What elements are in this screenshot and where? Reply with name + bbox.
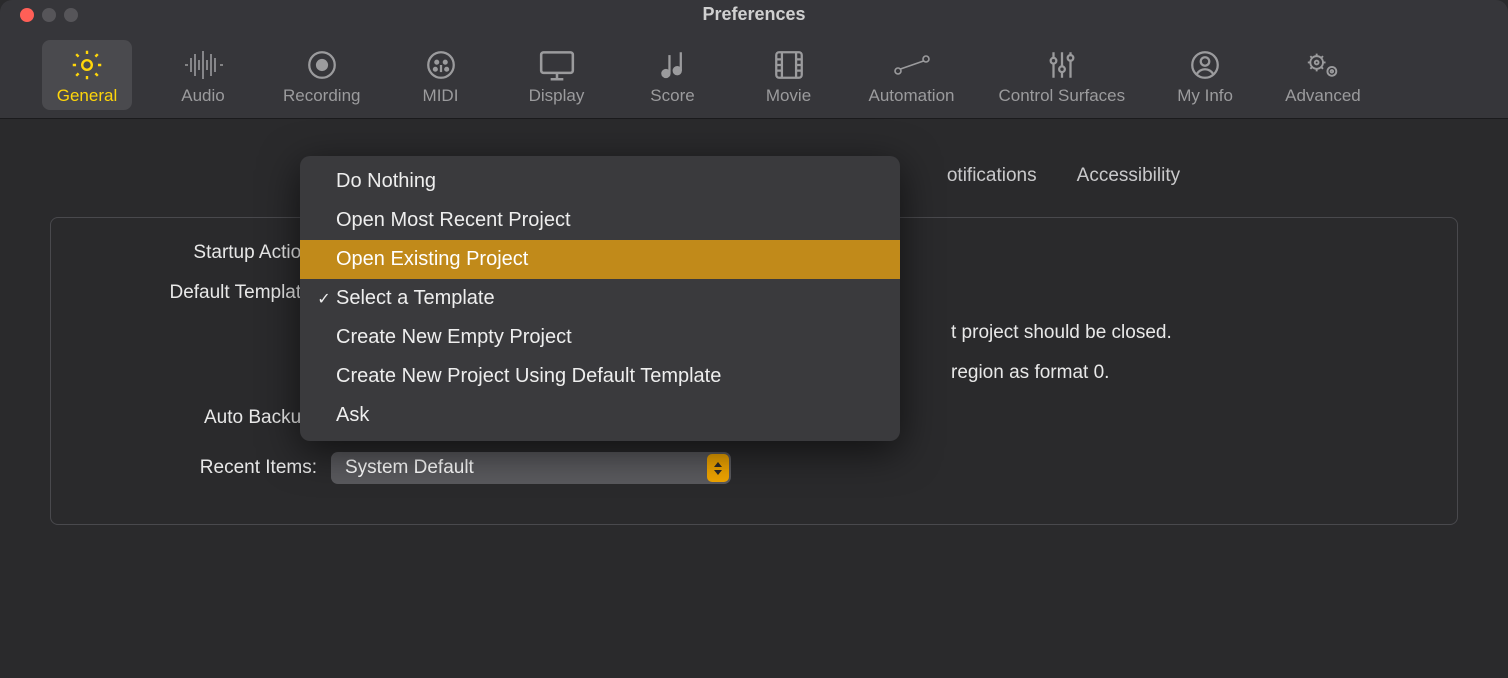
gear-icon (69, 46, 105, 84)
subtab-accessibility[interactable]: Accessibility (1057, 159, 1200, 193)
updown-stepper-icon (707, 454, 729, 482)
toolbar-tab-movie[interactable]: Movie (744, 40, 834, 110)
menu-item-do-nothing[interactable]: Do Nothing (300, 162, 900, 201)
menu-item-open-most-recent[interactable]: Open Most Recent Project (300, 201, 900, 240)
toolbar-tab-my-info[interactable]: My Info (1160, 40, 1250, 110)
titlebar (0, 0, 1508, 30)
menu-item-label: Create New Empty Project (336, 326, 572, 349)
toolbar-tab-label: General (57, 86, 117, 106)
row-recent-items: Recent Items: System Default (91, 452, 1417, 484)
menu-item-label: Do Nothing (336, 170, 436, 193)
toolbar-tab-label: Advanced (1285, 86, 1361, 106)
toolbar-tab-display[interactable]: Display (512, 40, 602, 110)
toolbar-tab-automation[interactable]: Automation (860, 40, 964, 110)
film-icon (772, 46, 806, 84)
menu-item-create-new-empty[interactable]: Create New Empty Project (300, 318, 900, 357)
automation-icon (892, 46, 932, 84)
minimize-window-button[interactable] (42, 8, 56, 22)
toolbar-tab-label: Score (650, 86, 694, 106)
preferences-toolbar: General Audio Recording (0, 30, 1508, 119)
menu-item-ask[interactable]: Ask (300, 396, 900, 435)
label-recent-items: Recent Items: (91, 457, 331, 479)
toolbar-tab-recording[interactable]: Recording (274, 40, 370, 110)
toolbar-tab-label: MIDI (423, 86, 459, 106)
zoom-window-button[interactable] (64, 8, 78, 22)
close-window-button[interactable] (20, 8, 34, 22)
checkbox-label-partial-1: t project should be closed. (951, 322, 1172, 344)
traffic-lights (20, 8, 78, 22)
toolbar-tab-score[interactable]: Score (628, 40, 718, 110)
menu-item-label: Open Existing Project (336, 248, 528, 271)
sliders-icon (1045, 46, 1079, 84)
subtab-notifications[interactable]: otifications (943, 159, 1057, 193)
toolbar-tab-label: Movie (766, 86, 811, 106)
preferences-window: Preferences General Audio (0, 0, 1508, 678)
display-icon (538, 46, 576, 84)
label-auto-backup: Auto Backup: (91, 407, 331, 429)
menu-item-create-new-default-template[interactable]: Create New Project Using Default Templat… (300, 357, 900, 396)
waveform-icon (183, 46, 223, 84)
check-icon: ✓ (312, 289, 336, 309)
gears-icon (1304, 46, 1342, 84)
toolbar-tab-label: Recording (283, 86, 361, 106)
menu-item-label: Create New Project Using Default Templat… (336, 365, 721, 388)
toolbar-tab-midi[interactable]: MIDI (396, 40, 486, 110)
select-recent-items-value: System Default (345, 457, 474, 478)
label-default-template: Default Template: (91, 282, 331, 304)
toolbar-tab-label: My Info (1177, 86, 1233, 106)
menu-item-label: Ask (336, 404, 369, 427)
menu-item-label: Select a Template (336, 287, 495, 310)
startup-action-menu: Do Nothing Open Most Recent Project Open… (300, 156, 900, 441)
toolbar-tab-general[interactable]: General (42, 40, 132, 110)
label-startup-action: Startup Action: (91, 242, 331, 264)
toolbar-tab-label: Display (529, 86, 585, 106)
user-icon (1188, 46, 1222, 84)
toolbar-tab-label: Automation (869, 86, 955, 106)
checkbox-label-partial-2: region as format 0. (951, 362, 1109, 384)
toolbar-tab-label: Audio (181, 86, 224, 106)
notes-icon (656, 46, 690, 84)
menu-item-select-template[interactable]: ✓ Select a Template (300, 279, 900, 318)
toolbar-tab-audio[interactable]: Audio (158, 40, 248, 110)
toolbar-tab-control-surfaces[interactable]: Control Surfaces (990, 40, 1135, 110)
palette-icon (424, 46, 458, 84)
toolbar-tab-label: Control Surfaces (999, 86, 1126, 106)
menu-item-open-existing[interactable]: Open Existing Project (300, 240, 900, 279)
select-recent-items[interactable]: System Default (331, 452, 731, 484)
record-icon (305, 46, 339, 84)
menu-item-label: Open Most Recent Project (336, 209, 571, 232)
toolbar-tab-advanced[interactable]: Advanced (1276, 40, 1370, 110)
